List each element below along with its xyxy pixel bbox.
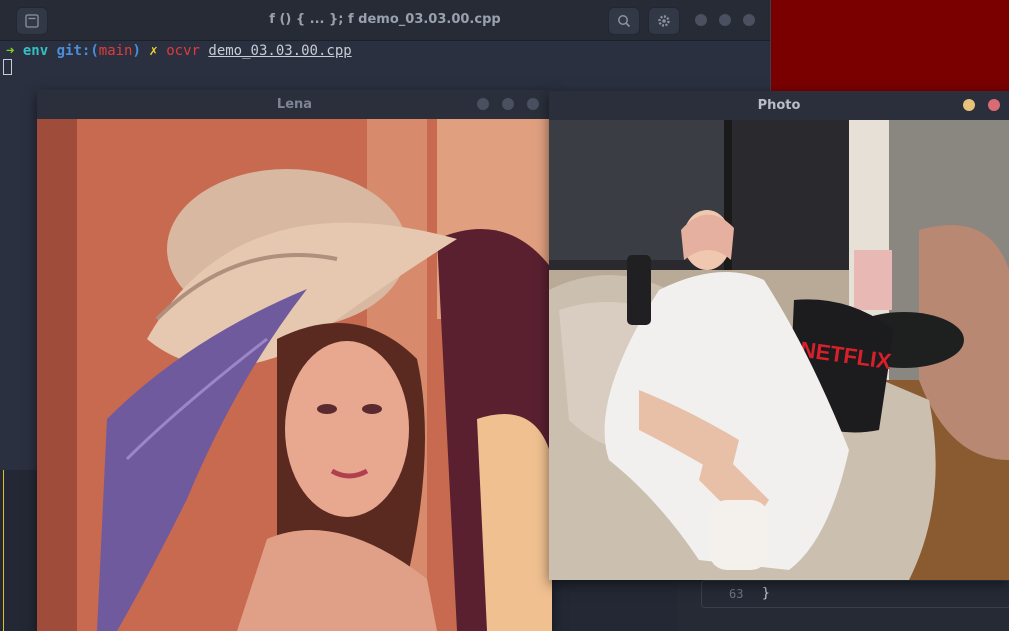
terminal-maximize-button[interactable] (719, 14, 731, 26)
gear-icon (658, 15, 670, 27)
lena-maximize-button[interactable] (502, 98, 514, 110)
terminal-settings-button[interactable] (648, 7, 680, 35)
prompt-file-argument: demo_03.03.00.cpp (208, 43, 352, 59)
lena-titlebar[interactable]: Lena (37, 90, 552, 119)
code-line: } (762, 586, 770, 601)
lena-photo-illustration (37, 119, 552, 631)
lena-image (37, 119, 552, 631)
lena-close-button[interactable] (527, 98, 539, 110)
lena-window[interactable]: Lena (37, 90, 552, 631)
line-number: 63 (729, 587, 744, 601)
editor-line-highlight (701, 580, 1009, 608)
photo-image: NETFLIX (549, 120, 1009, 580)
terminal-minimize-button[interactable] (695, 14, 707, 26)
prompt-dirty-mark: ✗ (149, 43, 158, 59)
search-icon (618, 15, 631, 28)
terminal-titlebar[interactable]: f () { ... }; f demo_03.03.00.cpp (0, 0, 770, 41)
prompt-git-suffix: ) (132, 43, 141, 59)
photo-illustration: NETFLIX (549, 120, 1009, 580)
photo-titlebar[interactable]: Photo (549, 91, 1009, 120)
terminal-close-button[interactable] (743, 14, 755, 26)
photo-minimize-button[interactable] (963, 99, 975, 111)
photo-close-button[interactable] (988, 99, 1000, 111)
editor-gutter-marker (3, 470, 4, 631)
terminal-cursor (3, 59, 12, 75)
photo-window-title: Photo (757, 98, 801, 113)
terminal-search-button[interactable] (608, 7, 640, 35)
lena-minimize-button[interactable] (477, 98, 489, 110)
prompt-branch: main (98, 43, 133, 59)
prompt-command: ocvr (166, 43, 200, 59)
prompt-arrow: ➜ (6, 43, 15, 59)
lena-window-title: Lena (276, 97, 313, 112)
prompt-line: ➜ env git:(main) ✗ ocvr demo_03.03.00.cp… (6, 41, 352, 61)
prompt-env: env (22, 43, 49, 59)
prompt-git-prefix: git:( (56, 43, 99, 59)
photo-window[interactable]: Photo NETFLIX (549, 91, 1009, 580)
